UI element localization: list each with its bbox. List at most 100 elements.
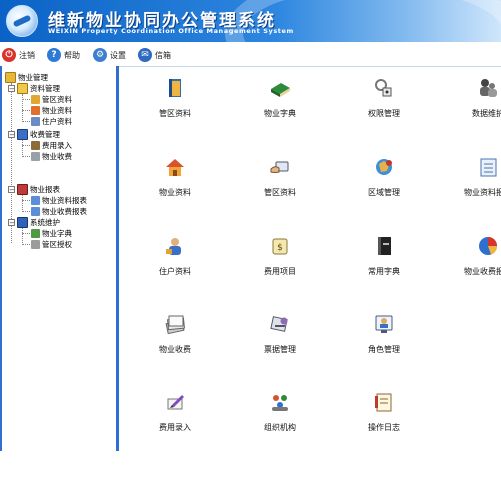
logout-label: 注销 (19, 50, 35, 60)
black-book-icon (373, 235, 395, 257)
tree-line (22, 110, 30, 111)
settings-button[interactable]: ⚙ 设置 (93, 47, 126, 63)
grid-item-region[interactable]: 区域管理 (344, 156, 424, 198)
messages-button[interactable]: ✉ 信箱 (138, 47, 171, 63)
grid-item-district-data-2[interactable]: 管区资料 (240, 156, 320, 198)
tree-item-district-auth[interactable]: 管区授权 (31, 239, 72, 250)
house-icon (164, 156, 186, 178)
book-icon (164, 77, 186, 99)
header-banner: 维新物业协同办公管理系统 WEIXIN Property Coordinatio… (0, 0, 501, 42)
tree-group-label: 资料管理 (30, 84, 60, 93)
grid-item-resident-data[interactable]: 住户资料 (135, 235, 215, 277)
report-icon (31, 207, 40, 216)
key-icon (31, 240, 40, 249)
grid-item-common-dictionary[interactable]: 常用字典 (344, 235, 424, 277)
log-icon (373, 391, 395, 413)
help-label: 帮助 (64, 50, 80, 60)
tree-line (22, 145, 30, 146)
tree-item-resident-data[interactable]: 住户资料 (31, 116, 72, 127)
book-icon (31, 95, 40, 104)
tree-item-fee-entry[interactable]: 费用录入 (31, 140, 72, 151)
mail-icon: ✉ (138, 48, 152, 62)
tree-line (22, 200, 30, 201)
computer-icon (17, 217, 28, 228)
grid-item-property-dictionary[interactable]: 物业字典 (240, 77, 320, 119)
bills-icon (269, 313, 291, 335)
grid-item-property-data[interactable]: 物业资料 (135, 156, 215, 198)
tree-item-property-data[interactable]: 物业资料 (31, 105, 72, 116)
tree-root[interactable]: 物业管理 (5, 72, 48, 83)
tree-line (22, 156, 30, 157)
tree-item-property-report[interactable]: 物业资料报表 (31, 195, 87, 206)
grid-item-permissions[interactable]: 权限管理 (344, 77, 424, 119)
role-icon (373, 313, 395, 335)
grid-item-roles[interactable]: 角色管理 (344, 313, 424, 355)
report-icon (477, 156, 499, 178)
chart-icon (17, 184, 28, 195)
logout-button[interactable]: ⏻ 注销 (2, 47, 35, 63)
dictionary-icon (269, 77, 291, 99)
key-icon (373, 77, 395, 99)
folder-icon (5, 72, 16, 83)
grid-item-district-data[interactable]: 管区资料 (135, 77, 215, 119)
tree-group-data[interactable]: 资料管理 (17, 83, 60, 94)
grid-item-fee-items[interactable]: $ 费用项目 (240, 235, 320, 277)
house-icon (31, 106, 40, 115)
papers-icon (164, 313, 186, 335)
tree-group-system[interactable]: 系统维护 (17, 217, 60, 228)
app-subtitle: WEIXIN Property Coordination Office Mana… (48, 27, 294, 35)
card-hand-icon (269, 156, 291, 178)
resident-icon (164, 235, 186, 257)
expander-icon[interactable]: − (8, 219, 15, 227)
tree-item-fee-collect[interactable]: 物业收费 (31, 151, 72, 162)
resident-icon (31, 117, 40, 126)
toolbar: ⏻ 注销 ? 帮助 ⚙ 设置 ✉ 信箱 (0, 42, 501, 67)
money-icon: $ (269, 235, 291, 257)
messages-label: 信箱 (155, 50, 171, 60)
pen-icon (164, 391, 186, 413)
grid-item-fee-entry[interactable]: 费用录入 (135, 391, 215, 433)
tree-item-label: 管区授权 (42, 240, 72, 249)
gear-icon: ⚙ (93, 48, 107, 62)
tree-item-district-data[interactable]: 管区资料 (31, 94, 72, 105)
expander-icon[interactable]: − (8, 85, 15, 93)
tree-item-label: 物业收费 (42, 152, 72, 161)
sidebar: 物业管理 − 资料管理 管区资料 物业资料 住户资料 − 收费管理 费用录入 物… (0, 66, 119, 451)
tree-root-label: 物业管理 (18, 73, 48, 82)
users-icon (477, 77, 499, 99)
dictionary-icon (31, 229, 40, 238)
grid-item-fee-report[interactable]: 物业收费报表 (448, 235, 501, 277)
grid-item-data-maintenance[interactable]: 数据维护 (448, 77, 501, 119)
tree-group-fees[interactable]: 收费管理 (17, 129, 60, 140)
grid-item-bills[interactable]: 票据管理 (240, 313, 320, 355)
grid-item-organization[interactable]: 组织机构 (240, 391, 320, 433)
svg-text:$: $ (277, 243, 283, 253)
papers-icon (31, 152, 40, 161)
help-button[interactable]: ? 帮助 (47, 47, 80, 63)
grid-item-fee-collection[interactable]: 物业收费 (135, 313, 215, 355)
expander-icon[interactable]: − (8, 186, 15, 194)
tree-group-label: 收费管理 (30, 130, 60, 139)
tree-line (22, 99, 30, 100)
tree-item-label: 费用录入 (42, 141, 72, 150)
power-icon: ⏻ (2, 48, 16, 62)
expander-icon[interactable]: − (8, 131, 15, 139)
organization-icon (269, 391, 291, 413)
grid-item-operation-log[interactable]: 操作日志 (344, 391, 424, 433)
tree-item-dictionary[interactable]: 物业字典 (31, 228, 72, 239)
tree-line (22, 228, 23, 245)
report-icon (31, 196, 40, 205)
tree-group-reports[interactable]: 物业报表 (17, 184, 60, 195)
tree-group-label: 系统维护 (30, 218, 60, 227)
tree-line (22, 121, 30, 122)
settings-label: 设置 (110, 50, 126, 60)
app-logo-icon (6, 5, 38, 37)
tree-item-label: 住户资料 (42, 117, 72, 126)
tree-item-label: 物业字典 (42, 229, 72, 238)
pie-chart-icon (477, 235, 499, 257)
help-icon: ? (47, 48, 61, 62)
tree-line (22, 233, 30, 234)
tree-item-fee-report[interactable]: 物业收费报表 (31, 206, 87, 217)
grid-item-property-report[interactable]: 物业资料报表 (448, 156, 501, 198)
tree-line (22, 140, 23, 157)
